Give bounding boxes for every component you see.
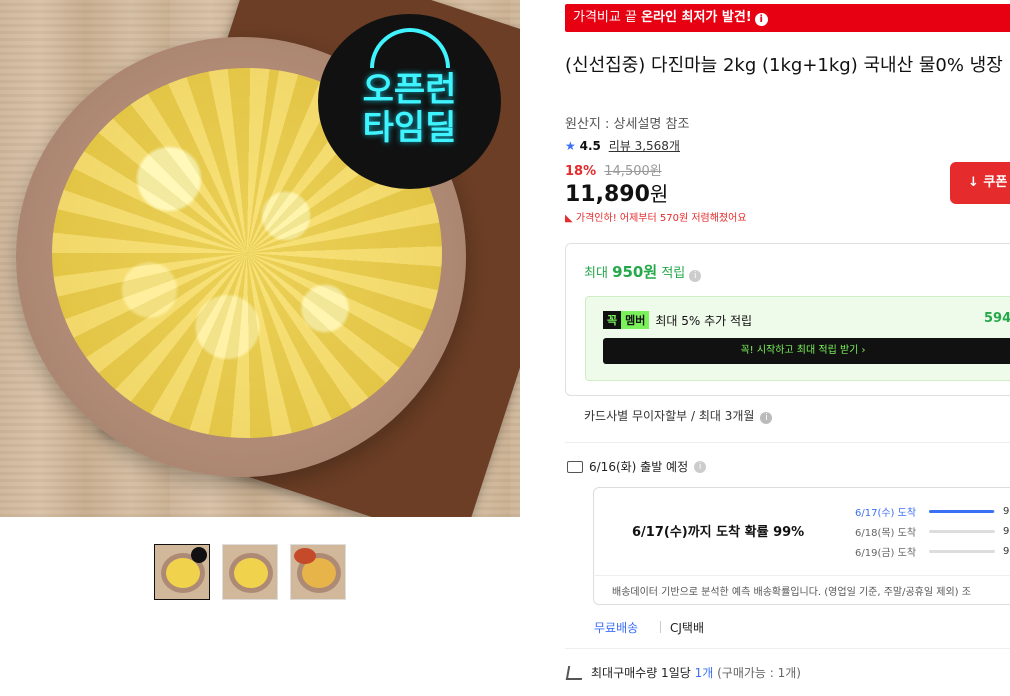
download-icon: ↓	[968, 175, 984, 190]
coupon-button[interactable]: ↓ 쿠폰	[950, 162, 1010, 204]
product-page: 오픈런 타임딜 가격비교 끝 온라인 최저가 발견! i (신선집중) 다진마늘 …	[0, 0, 1010, 696]
info-icon[interactable]: i	[754, 13, 768, 26]
promo-strong: 온라인 최저가 발견!	[641, 10, 752, 25]
sale-price: 11,890원	[565, 178, 668, 207]
price-drop-text: 가격인하! 어제부터 570원 저렴해졌어요	[575, 213, 747, 224]
star-icon: ★	[565, 139, 576, 153]
thumbnail-3[interactable]	[290, 544, 346, 600]
installment-info: 카드사별 무이자할부 / 최대 3개월 i	[584, 407, 773, 424]
discount-row: 18% 14,500원	[565, 160, 662, 179]
thumbnail-list	[154, 544, 346, 600]
probability-bar	[929, 529, 995, 533]
delivery-row: 6/17(수) 도착 9	[855, 501, 1009, 521]
member-text: 최대 5% 추가 적립	[655, 313, 753, 328]
timedeal-badge: 오픈런 타임딜	[318, 14, 501, 189]
probability-value: 9	[1003, 545, 1010, 557]
delivery-probability: 6/17(수)까지 도착 확률 99%	[632, 525, 805, 540]
max-purchase-label: 최대구매수량 1일당	[591, 666, 695, 680]
membership-tag: 꼭 멤버 최대 5% 추가 적립	[603, 311, 752, 329]
product-title: (신선집중) 다진마늘 2kg (1kg+1kg) 국내산 물0% 냉장	[565, 55, 1003, 76]
delivery-date-list: 6/17(수) 도착 9 6/18(목) 도착 9 6/19(금) 도착 9	[855, 501, 1009, 561]
promo-prefix: 가격비교 끝	[573, 10, 642, 25]
max-purchase-qty: 1개	[694, 666, 714, 680]
delivery-date: 6/18(목) 도착	[855, 527, 917, 539]
delivery-date: 6/19(금) 도착	[855, 547, 917, 559]
price-drop-notice: ◣ 가격인하! 어제부터 570원 저렴해졌어요	[565, 209, 747, 224]
discount-rate: 18%	[565, 164, 597, 179]
probability-value: 9	[1003, 505, 1010, 517]
divider	[593, 575, 1010, 576]
member-badge-m: 멤버	[621, 311, 650, 329]
price-unit: 원	[649, 182, 669, 206]
divider	[565, 442, 1010, 443]
review-link[interactable]: 리뷰 3,568개	[609, 139, 680, 153]
member-points-value: 594	[984, 311, 1010, 326]
info-icon[interactable]: i	[760, 412, 773, 424]
max-points-suffix: 적립	[657, 266, 686, 281]
max-points-amount: 950원	[612, 263, 658, 281]
divider	[660, 621, 661, 633]
alarm-clock-icon	[370, 28, 450, 68]
thumbnail-2[interactable]	[222, 544, 278, 600]
probability-value: 9	[1003, 525, 1010, 537]
product-main-image[interactable]: 오픈런 타임딜	[0, 0, 520, 517]
max-purchase-note: (구매가능 : 1개)	[713, 666, 801, 680]
membership-start-button[interactable]: 꼭! 시작하고 최대 적립 받기 ›	[603, 338, 1010, 364]
departure-text: 6/16(화) 출발 예정	[589, 460, 689, 474]
courier-name: CJ택배	[670, 621, 704, 635]
cart-icon	[565, 665, 585, 680]
divider	[565, 648, 1010, 649]
truck-icon	[567, 460, 583, 473]
probability-fill	[929, 509, 995, 513]
arrow-down-icon: ◣	[565, 213, 573, 224]
delivery-date: 6/17(수) 도착	[855, 507, 917, 519]
origin-info: 원산지 : 상세설명 참조	[565, 117, 690, 132]
info-icon[interactable]: i	[689, 270, 702, 282]
probability-bar	[929, 549, 995, 553]
delivery-note: 배송데이터 기반으로 분석한 예측 배송확률입니다. (영업일 기준, 주말/공…	[612, 587, 971, 598]
badge-line1: 오픈런	[362, 70, 457, 110]
info-icon[interactable]: i	[694, 460, 707, 473]
rating-score: 4.5	[579, 139, 601, 153]
installment-text: 카드사별 무이자할부 / 최대 3개월	[584, 409, 755, 423]
original-price: 14,500원	[604, 164, 662, 179]
probability-bar	[929, 509, 995, 513]
max-purchase-row: 최대구매수량 1일당 1개 (구매가능 : 1개)	[565, 664, 801, 681]
max-points-prefix: 최대	[584, 266, 613, 281]
rating-row: ★ 4.5 리뷰 3,568개	[565, 137, 680, 154]
shipping-departure: 6/16(화) 출발 예정 i	[567, 458, 707, 475]
member-badge-k: 꼭	[603, 311, 622, 329]
coupon-label: 쿠폰	[983, 175, 1008, 190]
badge-line2: 타임딜	[362, 108, 457, 148]
lowest-price-banner[interactable]: 가격비교 끝 온라인 최저가 발견! i	[565, 4, 1010, 32]
delivery-row: 6/19(금) 도착 9	[855, 541, 1009, 561]
free-shipping[interactable]: 무료배송	[594, 619, 638, 636]
thumbnail-1[interactable]	[154, 544, 210, 600]
delivery-row: 6/18(목) 도착 9	[855, 521, 1009, 541]
price-value: 11,890	[565, 182, 650, 207]
max-points: 최대 950원 적립 i	[584, 261, 702, 282]
